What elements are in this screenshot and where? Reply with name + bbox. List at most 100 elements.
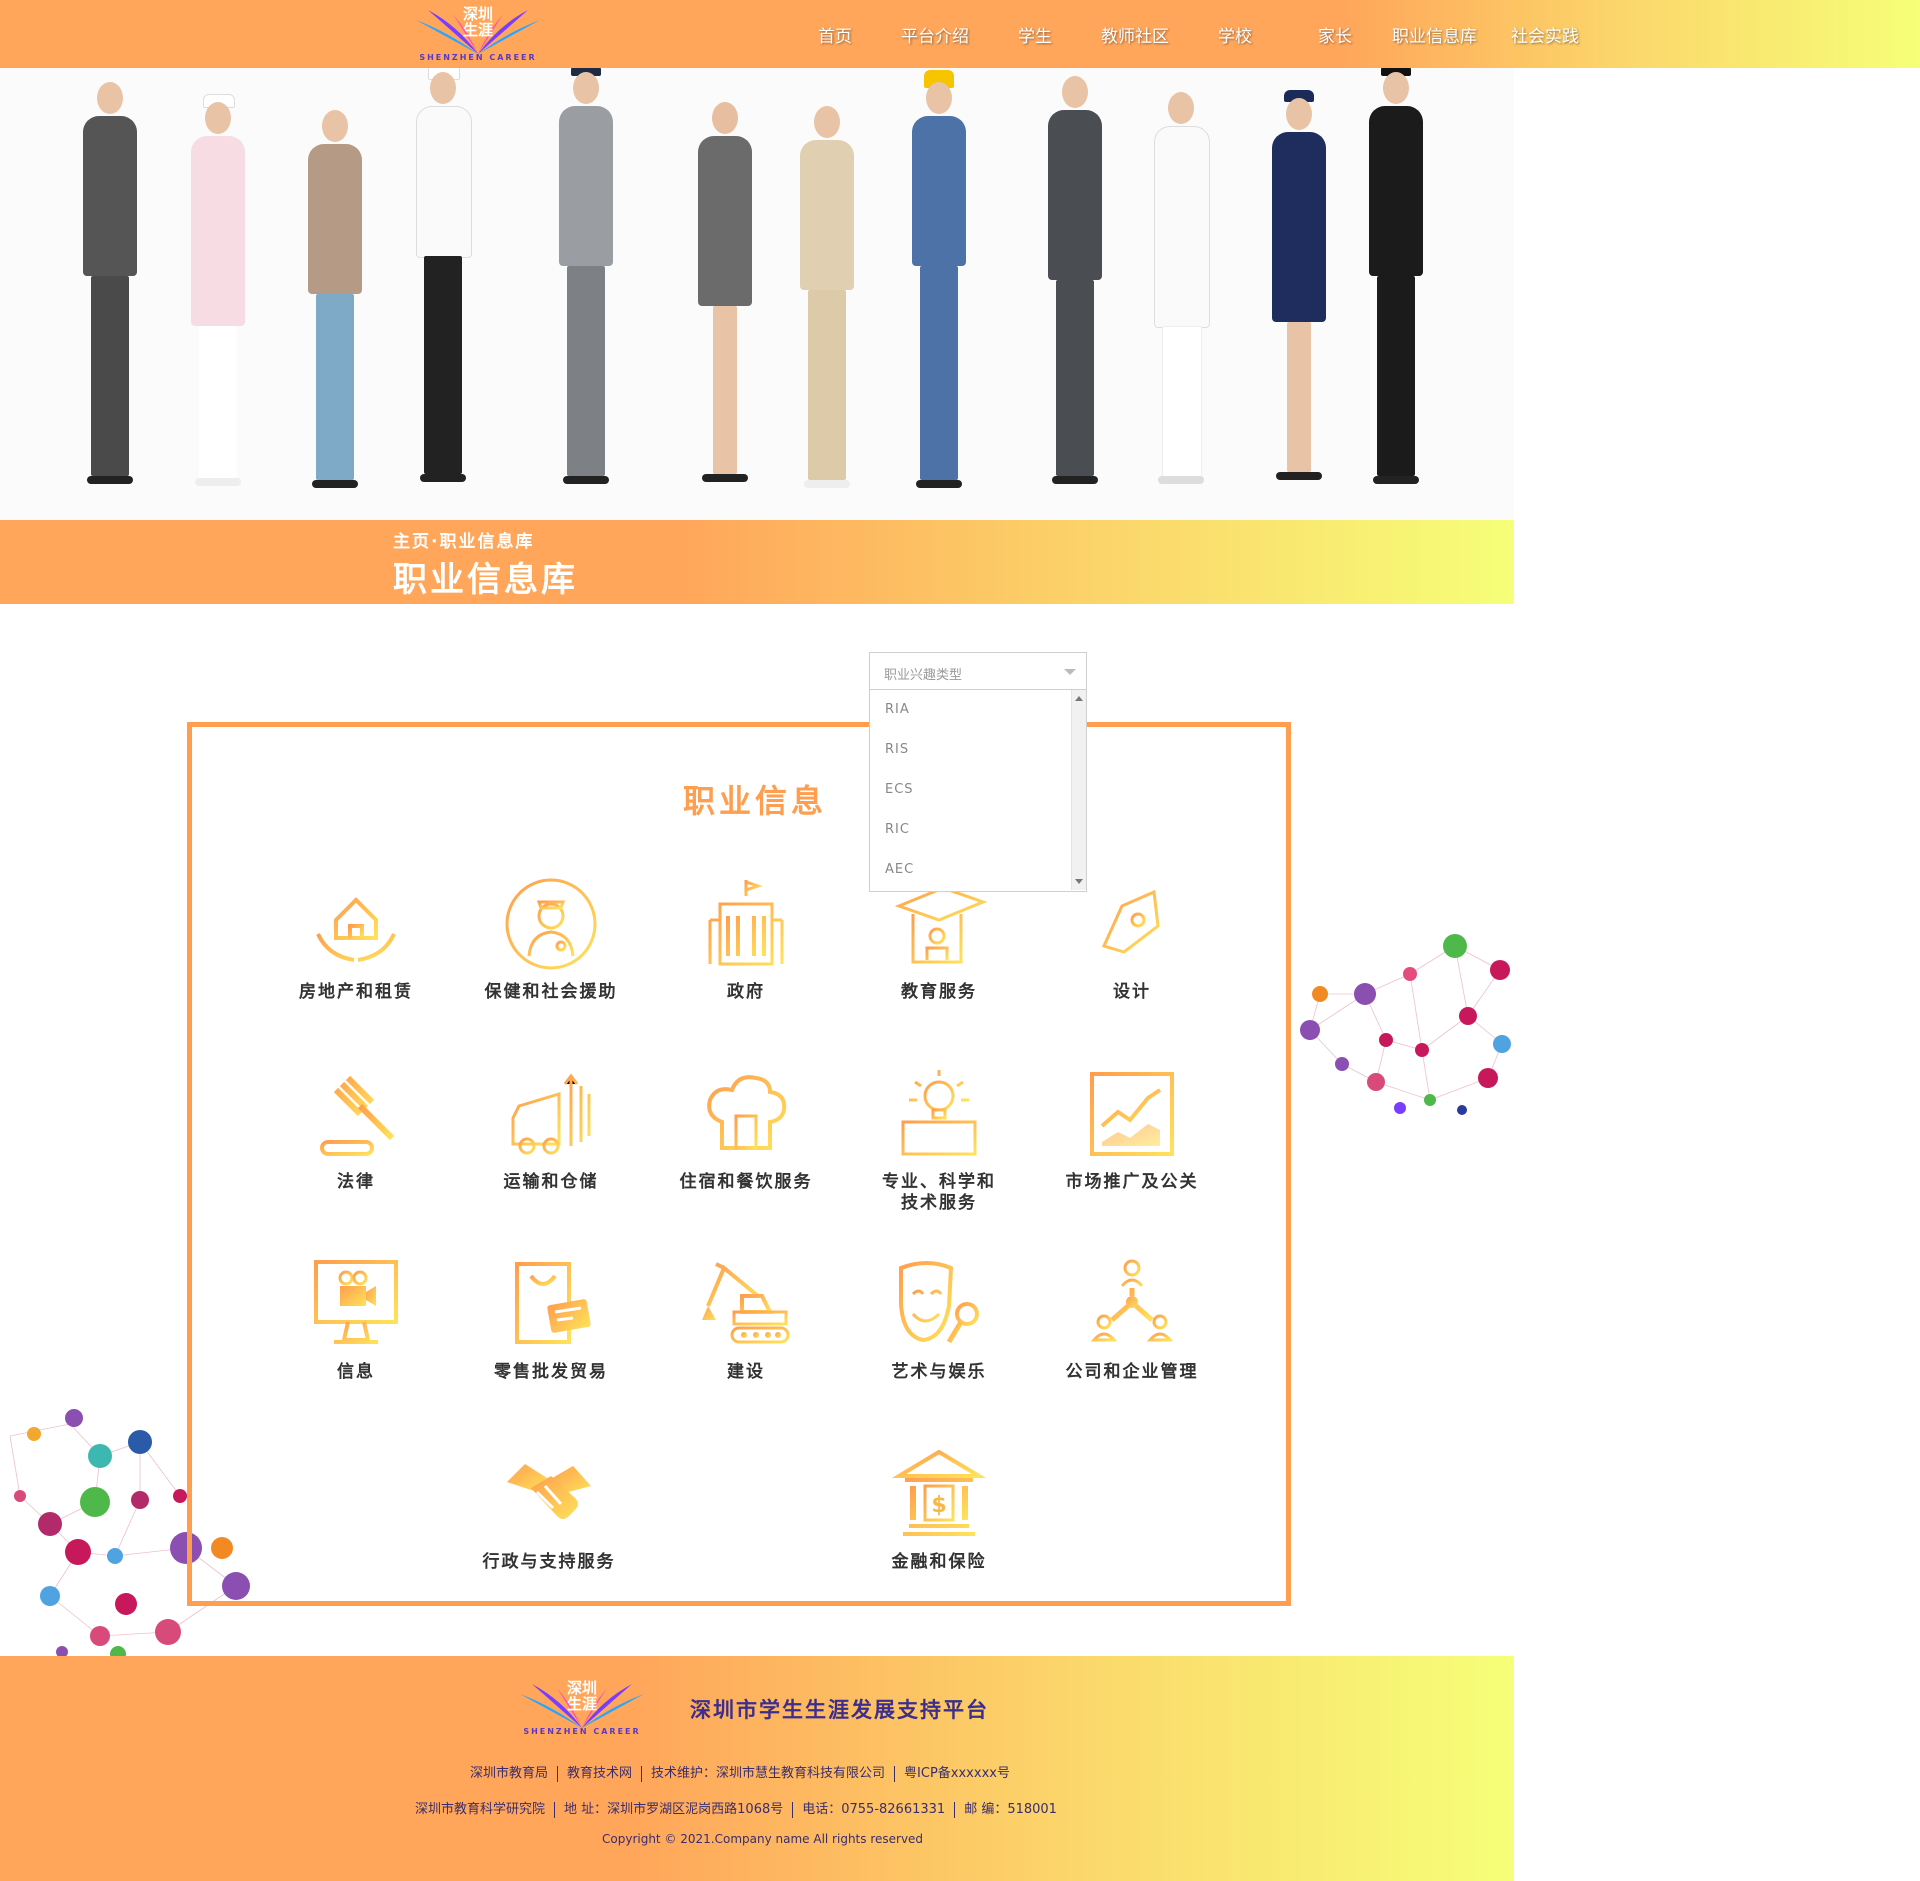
dropdown-option[interactable]: AEC: [885, 862, 914, 877]
category-label: 行政与支持服务: [482, 1552, 616, 1572]
person-chef: [408, 68, 478, 502]
hero-image-professionals: [0, 68, 1514, 520]
footer-institute: 深圳市教育科学研究院: [415, 1802, 546, 1817]
category-marketing-pr[interactable]: 市场推广及公关: [1042, 1066, 1222, 1193]
person-construction-worker: [904, 70, 974, 502]
footer-logo: 深圳 生涯 SHENZHEN CAREER: [512, 1676, 652, 1738]
category-government[interactable]: 政府: [656, 876, 836, 1003]
category-label: 金融和保险: [891, 1552, 987, 1572]
dropdown-options-list: RIA RIS ECS RIC AEC: [869, 690, 1087, 892]
person-flight-attendant: [1264, 90, 1334, 502]
footer-links-row-1: 深圳市教育局 教育技术网 技术维护：深圳市慧生教育科技有限公司 粤ICP备xxxxxx…: [470, 1762, 1010, 1782]
footer-divider: [792, 1801, 794, 1818]
person-barista: [300, 110, 370, 502]
dropdown-option[interactable]: ECS: [885, 782, 914, 797]
shopping-bag-card-icon: [515, 1262, 591, 1344]
handshake-icon: [507, 1464, 591, 1519]
pen-nib-icon: [1101, 889, 1164, 958]
section-title: 职业信息: [682, 782, 827, 820]
government-building-icon: [708, 880, 784, 966]
category-company-management[interactable]: 公司和企业管理: [1042, 1256, 1222, 1383]
footer-icp[interactable]: 粤ICP备xxxxxx号: [904, 1766, 1010, 1781]
category-label: 政府: [727, 982, 765, 1002]
category-label: 住宿和餐饮服务: [679, 1172, 813, 1192]
nav-home[interactable]: 首页: [818, 22, 852, 47]
footer-postcode: 邮 编：518001: [964, 1802, 1057, 1817]
category-arts-entertainment[interactable]: 艺术与娱乐: [849, 1256, 1029, 1383]
nav-platform-intro[interactable]: 平台介绍: [901, 22, 969, 47]
category-label: 保健和社会援助: [484, 982, 618, 1002]
person-doctor: [1146, 92, 1216, 502]
org-people-icon: [1090, 1259, 1174, 1342]
footer-divider: [894, 1765, 896, 1782]
chef-hat-icon: [707, 1075, 787, 1150]
person-security-guard: [551, 68, 621, 502]
trend-chart-icon: [1090, 1072, 1174, 1156]
header-logo[interactable]: 深圳 生涯 SHENZHEN CAREER: [408, 2, 548, 64]
category-label: 法律: [337, 1172, 375, 1192]
person-business-man: [1040, 76, 1110, 502]
category-admin-support[interactable]: 行政与支持服务: [459, 1446, 639, 1573]
nav-teacher-community[interactable]: 教师社区: [1101, 22, 1169, 47]
monitor-camera-icon: [314, 1260, 398, 1344]
scroll-up-arrow-icon[interactable]: [1075, 696, 1083, 701]
footer-tech-support: 技术维护：深圳市慧生教育科技有限公司: [651, 1766, 886, 1781]
chevron-down-icon[interactable]: [1064, 669, 1076, 675]
category-transport[interactable]: 运输和仓储: [461, 1066, 641, 1193]
nav-parents[interactable]: 家长: [1318, 22, 1352, 47]
excavator-icon: [702, 1262, 790, 1344]
dropdown-option[interactable]: RIC: [885, 822, 910, 837]
footer-info-row-2: 深圳市教育科学研究院 地 址：深圳市罗湖区泥岗西路1068号 电话：0755-826…: [415, 1798, 1057, 1818]
logo-subtitle: SHENZHEN CAREER: [523, 1727, 641, 1736]
interest-type-select[interactable]: 职业兴趣类型: [869, 652, 1087, 690]
category-label: 专业、科学和 技术服务: [882, 1172, 996, 1213]
person-waiter: [75, 82, 145, 502]
person-pilot: [1361, 68, 1431, 502]
category-label: 零售批发贸易: [494, 1362, 608, 1382]
person-business-woman: [690, 102, 760, 502]
dropdown-option[interactable]: RIS: [885, 742, 909, 757]
person-nurse: [183, 94, 253, 502]
dropdown-scrollbar[interactable]: [1071, 690, 1086, 890]
footer-address: 地 址：深圳市罗湖区泥岗西路1068号: [564, 1802, 784, 1817]
category-real-estate[interactable]: 房地产和租赁: [266, 876, 446, 1003]
category-professional-scientific[interactable]: 专业、科学和 技术服务: [849, 1066, 1029, 1214]
footer-divider: [954, 1801, 956, 1818]
house-hands-icon: [316, 897, 396, 962]
scroll-down-arrow-icon[interactable]: [1075, 879, 1083, 884]
category-label: 建设: [727, 1362, 765, 1382]
footer-copyright: Copyright © 2021.Company name All rights…: [602, 1832, 924, 1846]
category-construction[interactable]: 建设: [656, 1256, 836, 1383]
category-information[interactable]: 信息: [266, 1256, 446, 1383]
interest-type-dropdown[interactable]: 职业兴趣类型 RIA RIS ECS RIC AEC: [869, 652, 1087, 892]
nav-students[interactable]: 学生: [1018, 22, 1052, 47]
nav-social-practice[interactable]: 社会实践: [1511, 22, 1579, 47]
category-design[interactable]: 设计: [1042, 876, 1222, 1003]
category-finance-insurance[interactable]: $ 金融和保险: [849, 1446, 1029, 1573]
category-label: 教育服务: [901, 982, 977, 1002]
dropdown-placeholder: 职业兴趣类型: [884, 668, 963, 683]
breadcrumb[interactable]: 主页·职业信息库: [393, 527, 534, 552]
dropdown-option[interactable]: RIA: [885, 702, 910, 717]
category-accommodation-food[interactable]: 住宿和餐饮服务: [656, 1066, 836, 1193]
footer-link-education-bureau[interactable]: 深圳市教育局: [470, 1766, 548, 1781]
category-label: 运输和仓储: [503, 1172, 599, 1192]
truck-icon: [511, 1073, 591, 1155]
footer-link-edu-tech[interactable]: 教育技术网: [567, 1766, 632, 1781]
category-retail-wholesale[interactable]: 零售批发贸易: [461, 1256, 641, 1383]
footer-divider: [554, 1801, 556, 1818]
category-healthcare[interactable]: 保健和社会援助: [461, 876, 641, 1003]
nav-schools[interactable]: 学校: [1218, 22, 1252, 47]
category-law[interactable]: 法律: [266, 1066, 446, 1193]
network-graph-decoration: [1300, 934, 1511, 1115]
bank-icon: $: [891, 1449, 987, 1536]
nav-career-database[interactable]: 职业信息库: [1392, 22, 1477, 47]
svg-text:$: $: [931, 1493, 946, 1518]
category-label: 公司和企业管理: [1065, 1362, 1199, 1382]
page-banner: [0, 520, 1514, 604]
footer-title: 深圳市学生生涯发展支持平台: [690, 1698, 989, 1722]
category-education[interactable]: 教育服务: [849, 876, 1029, 1003]
footer-divider: [557, 1765, 559, 1782]
category-label: 市场推广及公关: [1065, 1172, 1199, 1192]
category-label: 信息: [337, 1362, 375, 1382]
